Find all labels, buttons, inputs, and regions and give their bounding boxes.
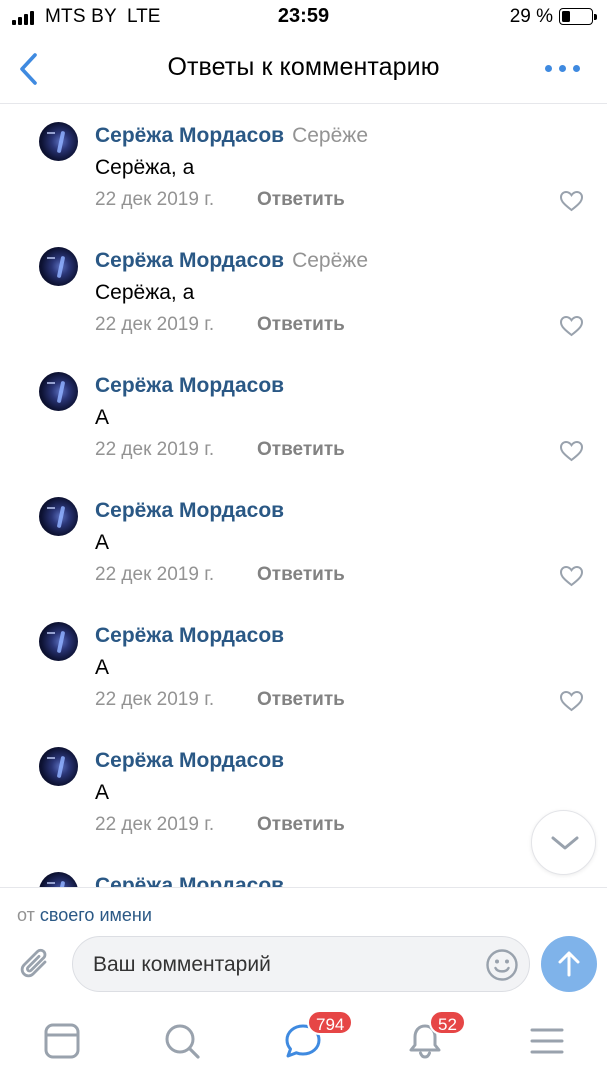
paperclip-icon (20, 948, 47, 978)
comment-text: Серёжа, а (95, 281, 195, 304)
more-dot-icon (545, 65, 552, 72)
comment-date: 22 дек 2019 г. (95, 439, 215, 460)
comment-item: Серёжа Мордасов А 22 дек 2019 г. Ответит… (0, 479, 607, 604)
comment-item: Серёжа Мордасов Серёже Серёжа, а 22 дек 2… (0, 229, 607, 354)
reply-button[interactable]: Ответить (257, 189, 345, 211)
avatar[interactable] (39, 372, 78, 411)
reply-button[interactable]: Ответить (257, 564, 345, 586)
arrow-up-icon (558, 951, 580, 977)
tab-messages[interactable]: 794 (283, 1010, 354, 1061)
heart-icon[interactable] (559, 565, 584, 587)
comment-item: Серёжа Мордасов (0, 854, 607, 887)
comment-item: Серёжа Мордасов А 22 дек 2019 г. Ответит… (0, 604, 607, 729)
comment-input-placeholder: Ваш комментарий (93, 953, 271, 976)
comment-reply-to[interactable]: Серёже (292, 124, 368, 147)
post-as-line: от своего имени (17, 905, 152, 926)
news-feed-icon (44, 1023, 80, 1059)
send-button[interactable] (541, 936, 597, 992)
messages-badge: 794 (307, 1010, 354, 1035)
menu-icon (530, 1028, 564, 1054)
comment-composer: от своего имени Ваш комментарий (0, 887, 607, 997)
comment-date: 22 дек 2019 г. (95, 564, 215, 585)
tab-menu[interactable] (527, 1021, 567, 1061)
page-title: Ответы к комментарию (167, 53, 440, 81)
heart-icon[interactable] (559, 315, 584, 337)
reply-button[interactable]: Ответить (257, 314, 345, 336)
comment-author[interactable]: Серёжа Мордасов (95, 374, 284, 397)
comment-date: 22 дек 2019 г. (95, 814, 215, 835)
attach-button[interactable] (18, 945, 54, 985)
battery-icon (559, 8, 597, 25)
comment-date: 22 дек 2019 г. (95, 314, 215, 335)
avatar[interactable] (39, 497, 78, 536)
comment-input[interactable]: Ваш комментарий (72, 936, 530, 992)
reply-button[interactable]: Ответить (257, 439, 345, 461)
more-dot-icon (573, 65, 580, 72)
emoji-icon[interactable] (485, 948, 519, 982)
comment-author[interactable]: Серёжа Мордасов (95, 499, 284, 522)
comment-author[interactable]: Серёжа Мордасов (95, 749, 284, 772)
comment-author[interactable]: Серёжа Мордасов (95, 874, 284, 887)
scroll-down-button[interactable] (531, 810, 596, 875)
avatar[interactable] (39, 122, 78, 161)
comment-text: Серёжа, а (95, 156, 195, 179)
chevron-down-icon (551, 836, 579, 850)
tab-news[interactable] (42, 1021, 82, 1061)
tab-search[interactable] (162, 1021, 202, 1061)
comment-author[interactable]: Серёжа Мордасов (95, 624, 284, 647)
tab-bar: 794 52 (0, 997, 607, 1080)
comment-text: А (95, 781, 110, 804)
nav-header: Ответы к комментарию (0, 34, 607, 104)
comments-list[interactable]: Серёжа Мордасов Серёже Серёжа, а 22 дек 2… (0, 104, 607, 887)
heart-icon[interactable] (559, 690, 584, 712)
comment-date: 22 дек 2019 г. (95, 689, 215, 710)
tab-notifications[interactable]: 52 (405, 1010, 466, 1061)
comment-author[interactable]: Серёжа Мордасов (95, 249, 284, 272)
reply-button[interactable]: Ответить (257, 814, 345, 836)
heart-icon[interactable] (559, 190, 584, 212)
comment-text: А (95, 656, 110, 679)
status-bar: MTS BY LTE 23:59 29 % (0, 0, 607, 34)
post-as-prefix: от (17, 905, 35, 925)
reply-button[interactable]: Ответить (257, 689, 345, 711)
comment-text: А (95, 531, 110, 554)
comment-author[interactable]: Серёжа Мордасов (95, 124, 284, 147)
notifications-badge: 52 (429, 1010, 466, 1035)
heart-icon[interactable] (559, 440, 584, 462)
avatar[interactable] (39, 747, 78, 786)
comment-text: А (95, 406, 110, 429)
more-dot-icon (559, 65, 566, 72)
avatar[interactable] (39, 872, 78, 887)
avatar[interactable] (39, 247, 78, 286)
battery-percent: 29 % (509, 6, 553, 27)
comment-reply-to[interactable]: Серёже (292, 249, 368, 272)
more-options-button[interactable] (545, 62, 581, 76)
search-icon (165, 1024, 200, 1059)
comment-item: Серёжа Мордасов Серёже Серёжа, а 22 дек 2… (0, 104, 607, 229)
avatar[interactable] (39, 622, 78, 661)
comment-item: Серёжа Мордасов А 22 дек 2019 г. Ответит… (0, 354, 607, 479)
comment-date: 22 дек 2019 г. (95, 189, 215, 210)
comment-item: Серёжа Мордасов А 22 дек 2019 г. Ответит… (0, 729, 607, 854)
post-as-link[interactable]: своего имени (40, 905, 152, 925)
